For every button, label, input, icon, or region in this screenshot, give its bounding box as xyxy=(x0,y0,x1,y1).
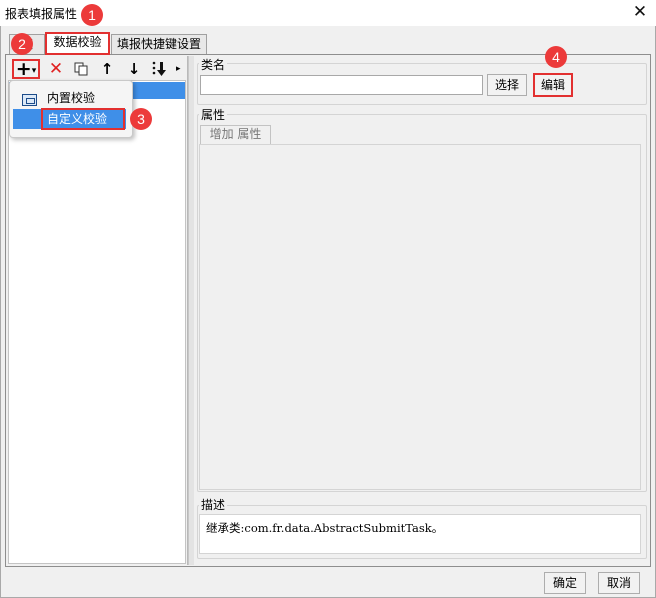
menu-item-builtin-validation[interactable]: 内置校验 xyxy=(10,88,128,108)
highlight-box-add xyxy=(12,59,40,79)
class-name-input[interactable] xyxy=(200,75,483,95)
description-text: 继承类:com.fr.data.AbstractSubmitTask。 xyxy=(199,514,641,554)
close-icon[interactable]: ✕ xyxy=(630,2,650,22)
class-name-label: 类名 xyxy=(199,56,228,73)
pane-splitter[interactable] xyxy=(188,56,194,565)
highlight-box-tab xyxy=(45,32,110,55)
validation-list[interactable] xyxy=(8,80,186,564)
window-title: 报表填报属性 xyxy=(5,7,78,21)
sort-icon[interactable] xyxy=(150,59,170,79)
tab-shortcut-settings[interactable]: 填报快捷键设置 xyxy=(111,34,207,54)
annotation-badge-1: 1 xyxy=(81,4,103,26)
annotation-badge-4: 4 xyxy=(545,46,567,68)
tab-shortcut-settings-label: 填报快捷键设置 xyxy=(116,37,201,51)
annotation-badge-2: 2 xyxy=(11,33,33,55)
arrow-up-icon[interactable]: ↑ xyxy=(97,59,117,79)
select-button[interactable]: 选择 xyxy=(487,74,527,96)
highlight-box-custom xyxy=(41,108,125,130)
red-x-icon[interactable]: ✕ xyxy=(46,59,66,79)
copy-icon[interactable] xyxy=(71,59,91,79)
add-attribute-tab[interactable]: 增加 属性 xyxy=(200,125,271,144)
attributes-label: 属性 xyxy=(199,106,228,123)
description-label: 描述 xyxy=(199,496,228,513)
toolbar-more-icon[interactable]: ▸ xyxy=(176,64,188,74)
annotation-badge-3: 3 xyxy=(130,108,152,130)
cancel-button[interactable]: 取消 xyxy=(598,572,640,594)
highlight-box-edit xyxy=(533,73,573,97)
attributes-area xyxy=(199,144,641,490)
ok-button[interactable]: 确定 xyxy=(544,572,586,594)
arrow-down-icon[interactable]: ↓ xyxy=(124,59,144,79)
